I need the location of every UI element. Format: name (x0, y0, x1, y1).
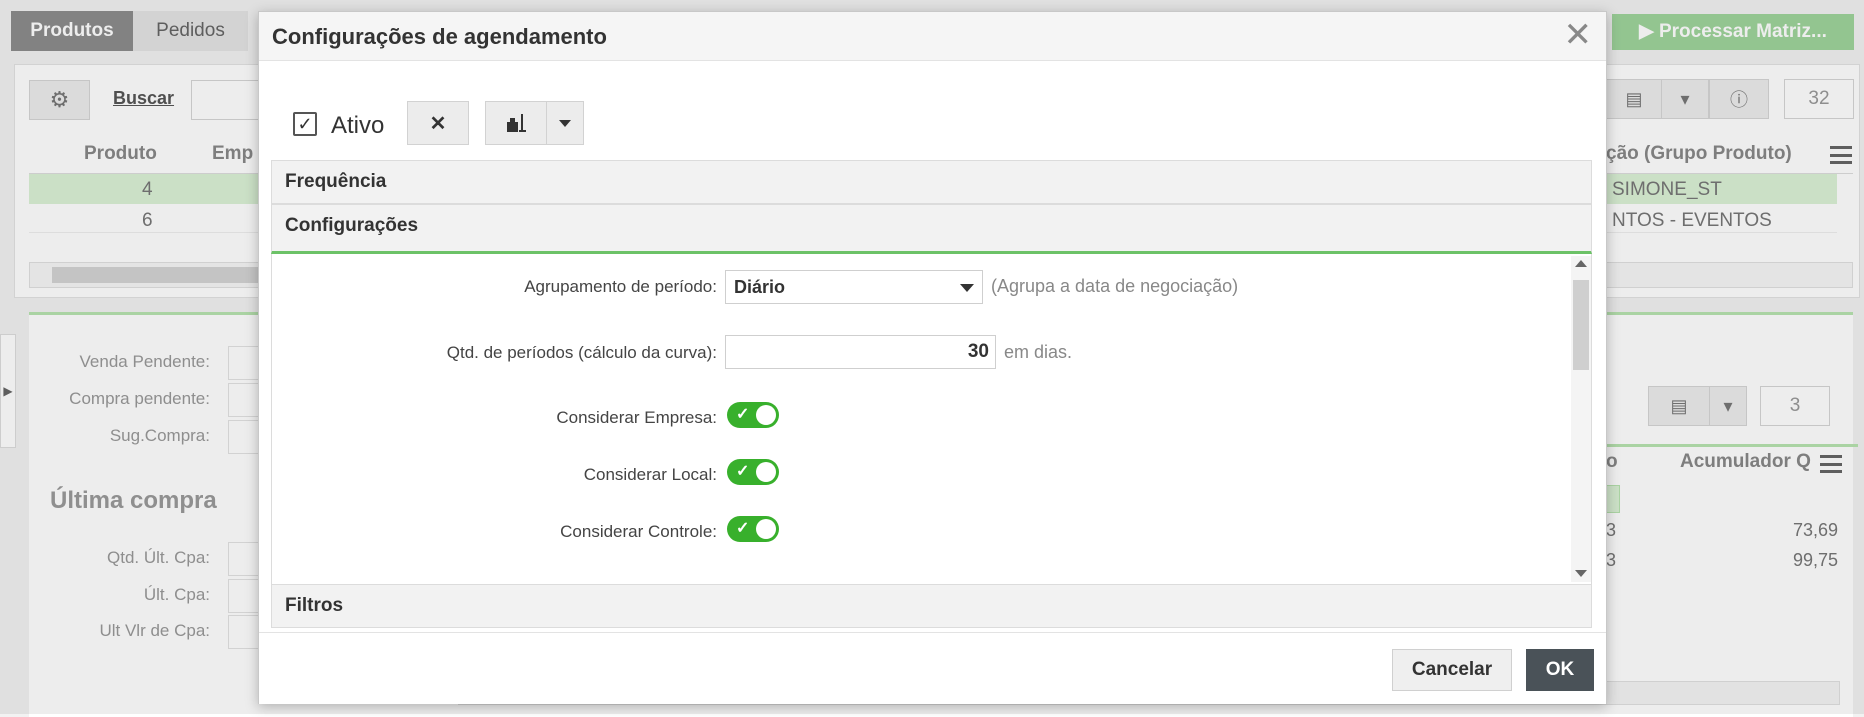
period-grouping-hint: (Agrupa a data de negociação) (991, 276, 1239, 296)
section-frequencia[interactable]: Frequência (271, 160, 1592, 204)
consider-company-toggle[interactable]: ✓ (727, 402, 779, 428)
label-qtd-periodos: Qtd. de períodos (cálculo da curva): (446, 343, 717, 362)
checkmark-icon: ✓ (297, 113, 313, 134)
active-checkbox[interactable]: ✓ (293, 112, 317, 136)
close-icon[interactable]: ✕ (1564, 18, 1593, 52)
period-count-input[interactable]: 30 (725, 335, 996, 369)
caret-down-icon (559, 119, 571, 127)
active-label: Ativo (331, 112, 385, 139)
check-icon: ✓ (736, 520, 750, 537)
section-filtros[interactable]: Filtros (271, 584, 1592, 628)
label-considerar-local: Considerar Local: (583, 465, 717, 484)
section-configuracoes[interactable]: Configurações (271, 204, 1592, 254)
clear-button[interactable] (485, 101, 547, 145)
scroll-down-icon[interactable] (1575, 570, 1587, 577)
period-count-unit: em dias. (1004, 342, 1073, 362)
period-grouping-value: Diário (734, 277, 786, 297)
check-icon: ✓ (736, 463, 750, 480)
label-considerar-controle: Considerar Controle: (560, 522, 717, 541)
check-icon: ✓ (736, 406, 750, 423)
broom-icon (507, 114, 526, 132)
scrollbar-thumb[interactable] (1573, 280, 1589, 370)
caret-down-icon (960, 284, 974, 292)
cancel-button[interactable]: Cancelar (1392, 649, 1512, 691)
ok-button[interactable]: OK (1526, 649, 1594, 691)
scroll-up-icon[interactable] (1575, 260, 1587, 267)
remove-schedule-button[interactable]: ✕ (407, 101, 469, 145)
scheduling-settings-dialog: Configurações de agendamento ✕ ✓ Ativo ✕… (258, 11, 1607, 704)
label-considerar-empresa: Considerar Empresa: (556, 408, 717, 427)
dialog-title: Configurações de agendamento (272, 24, 607, 49)
consider-control-toggle[interactable]: ✓ (727, 516, 779, 542)
period-grouping-select[interactable]: Diário (725, 270, 983, 304)
consider-location-toggle[interactable]: ✓ (727, 459, 779, 485)
clear-dropdown-button[interactable] (546, 101, 584, 145)
label-agrupamento-periodo: Agrupamento de período: (524, 277, 717, 296)
close-icon: ✕ (429, 112, 447, 135)
